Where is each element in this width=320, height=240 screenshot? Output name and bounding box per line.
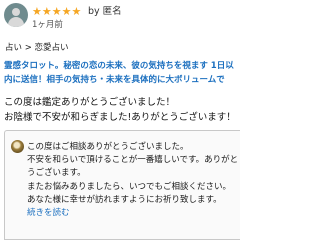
read-more-link[interactable]: 続きを読む — [27, 207, 239, 220]
review-text-line: この度は鑑定ありがとうございました！ — [4, 97, 176, 108]
reviewer-name: by 匿名 — [88, 6, 122, 17]
reply-line: 不安を和らいで頂けることが一番嬉しいです。ありがと — [27, 155, 239, 166]
review-date: 1ヶ月前 — [32, 20, 63, 30]
category-breadcrumb[interactable]: 占い > 恋愛占い — [5, 43, 69, 54]
review-text: この度は鑑定ありがとうございました！ お陰様で不安が和らぎました!ありがとうござ… — [4, 95, 239, 125]
reply-line: うございます。 — [27, 168, 86, 179]
seller-reply-text: この度はご相談ありがとうございました。 不安を和らいで頂けることが一番嬉しいです… — [27, 141, 239, 220]
service-title-line: 内に送信！相手の気持ち・未来を具体的に大ボリュームで — [4, 75, 225, 85]
review-text-line: お陰様で不安が和らぎました!ありがとうございます！ — [4, 112, 236, 123]
reviewer-avatar — [4, 3, 28, 27]
service-title-link[interactable]: 霊感タロット。秘密の恋の未来、彼の気持ちを視ます 1日以 内に送信！相手の気持ち… — [4, 59, 239, 87]
reply-line: この度はご相談ありがとうございました。 — [27, 142, 189, 152]
service-title-line: 霊感タロット。秘密の恋の未来、彼の気持ちを視ます 1日以 — [4, 61, 234, 71]
rating-stars: ★★★★★ — [32, 5, 82, 18]
reply-line: あなた様に幸せが訪れますようにお祈り致します。 — [27, 194, 222, 205]
seller-reply: この度はご相談ありがとうございました。 不安を和らいで頂けることが一番嬉しいです… — [4, 130, 240, 240]
reply-line: またお悩みありましたら、いつでもご相談ください。 — [27, 181, 232, 192]
seller-avatar — [11, 140, 24, 153]
